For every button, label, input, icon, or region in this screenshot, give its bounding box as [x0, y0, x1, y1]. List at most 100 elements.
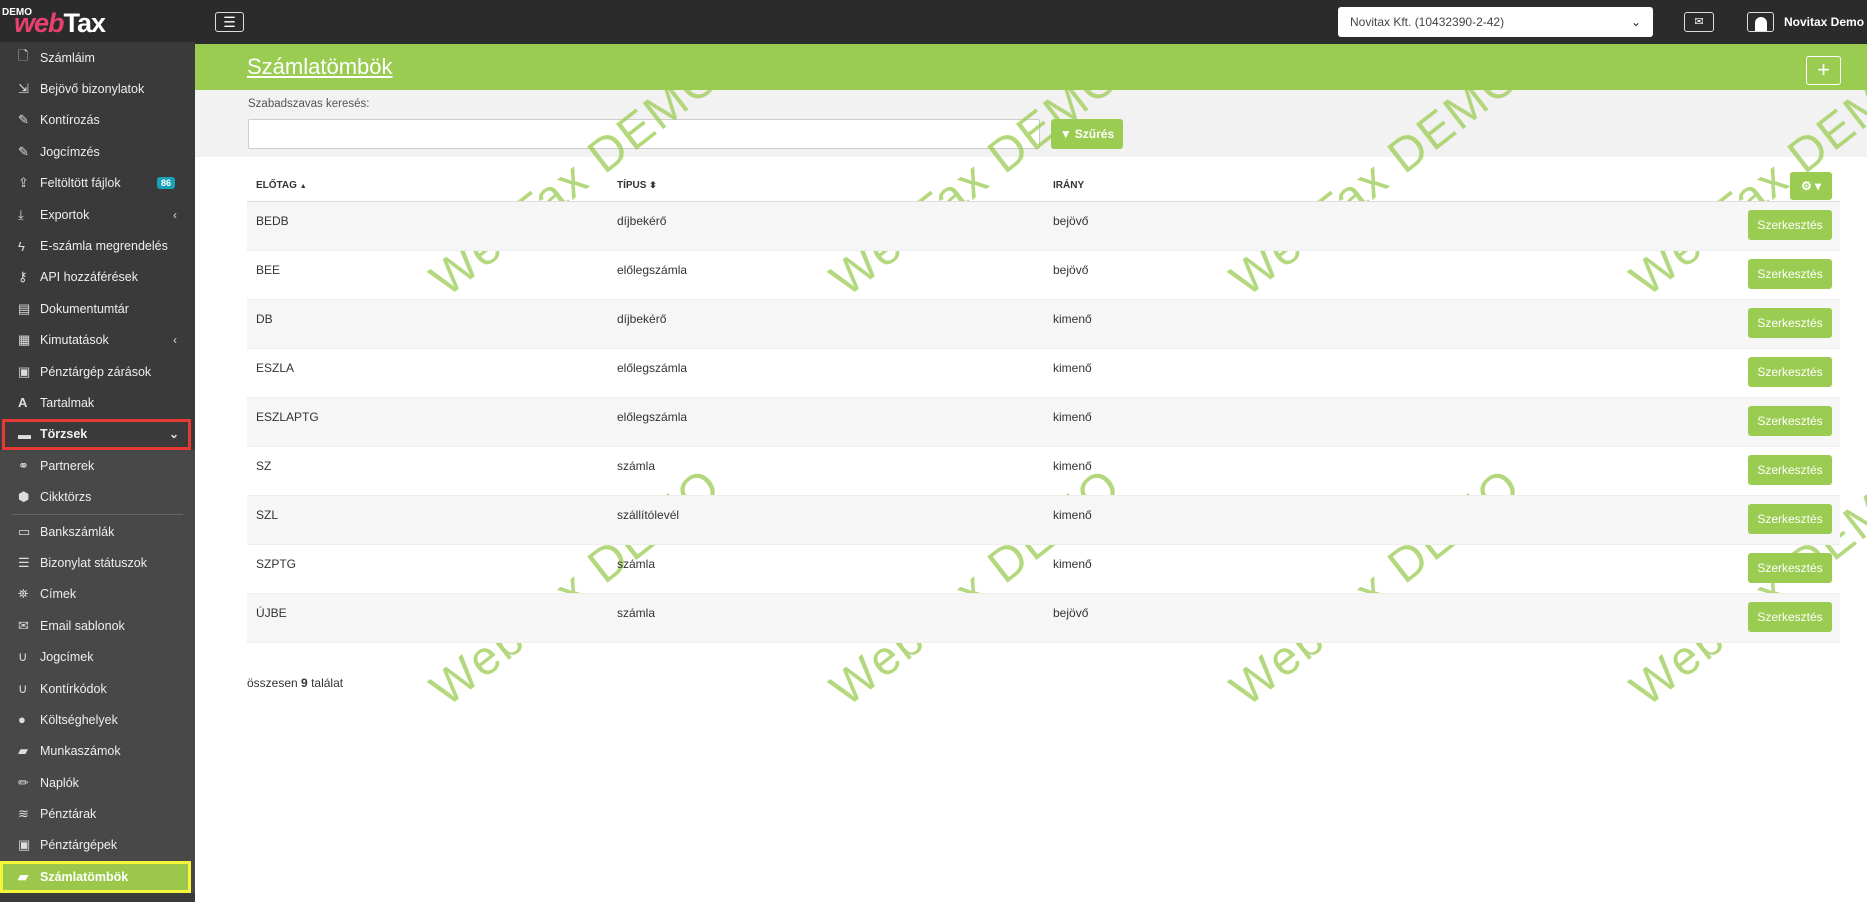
sidebar-item-bizonylat-statuszok[interactable]: ☰ Bizonylat státuszok — [0, 547, 191, 578]
cell-actions: Szerkesztés — [1720, 251, 1840, 289]
sidebar-item-kimutatasok[interactable]: ▦ Kimutatások ‹ — [0, 325, 195, 356]
search-input[interactable] — [248, 119, 1040, 149]
sidebar-item-api-hozzaferesek[interactable]: ⚷ API hozzáférések — [0, 262, 195, 293]
cell-direction: kimenő — [1053, 410, 1092, 424]
edit-button[interactable]: Szerkesztés — [1748, 406, 1832, 436]
sidebar-item-cikktorzs[interactable]: ⬢ Cikktörzs — [0, 481, 191, 512]
download-icon: ⤓ — [18, 206, 24, 222]
sidebar-item-torzsek[interactable]: ▬ Törzsek ⌄ — [2, 418, 191, 451]
edit-button[interactable]: Szerkesztés — [1748, 259, 1832, 289]
edit-icon: ✎ — [18, 143, 29, 159]
map-marker-icon: ● — [18, 712, 26, 728]
filter-button[interactable]: ▼ Szűrés — [1051, 119, 1123, 149]
sidebar-item-kontirkodok[interactable]: ∪ Kontírkódok — [0, 673, 191, 704]
cell-direction: kimenő — [1053, 312, 1092, 326]
sidebar-item-naplok[interactable]: ✏ Naplók — [0, 767, 191, 798]
sidebar-item-cimek[interactable]: ⛯ Címek — [0, 579, 191, 610]
sidebar-item-tartalmak[interactable]: A Tartalmak — [0, 387, 195, 418]
edit-button[interactable]: Szerkesztés — [1748, 504, 1832, 534]
sidebar-item-kontirozas[interactable]: ✎ Kontírozás — [0, 105, 195, 136]
edit-button[interactable]: Szerkesztés — [1748, 210, 1832, 240]
cell-type: számla — [617, 459, 656, 473]
book-icon: ▬ — [18, 426, 31, 442]
cell-prefix: SZ — [256, 459, 272, 473]
page-title[interactable]: Számlatömbök — [247, 54, 393, 80]
sidebar-item-penztargepek[interactable]: ▣ Pénztárgépek — [0, 830, 191, 861]
sort-asc-icon: ▲ — [299, 183, 307, 190]
edit-button[interactable]: Szerkesztés — [1748, 553, 1832, 583]
column-header-type[interactable]: TÍPUS ⬍ — [608, 180, 1044, 191]
cell-prefix: BEDB — [256, 214, 289, 228]
file-icon: 🗋 — [18, 47, 29, 63]
cell-actions: Szerkesztés — [1720, 300, 1840, 338]
user-name: Novitax Demo — [1784, 15, 1865, 29]
sidebar-item-szamlaim[interactable]: 🗋 Számláim — [0, 42, 195, 73]
cell-prefix: SZL — [256, 508, 279, 522]
sidebar-item-jogcimek[interactable]: ∪ Jogcímek — [0, 641, 191, 672]
edit-button[interactable]: Szerkesztés — [1748, 455, 1832, 485]
page-header: Számlatömbök + — [195, 44, 1867, 90]
sidebar: DEMO webTax 🗋 Számláim ⇲ Bejövő bizonylato… — [0, 0, 195, 902]
hamburger-icon: ☰ — [223, 14, 236, 30]
cell-direction: bejövő — [1053, 606, 1089, 620]
table-row: SZ számla kimenő Szerkesztés — [247, 447, 1840, 496]
cell-actions: Szerkesztés — [1720, 545, 1840, 583]
sidebar-item-e-szamla-megrendeles[interactable]: ϟ E-számla megrendelés — [0, 230, 195, 261]
user-menu[interactable]: Novitax Demo — [1747, 12, 1864, 32]
edit-button[interactable]: Szerkesztés — [1748, 308, 1832, 338]
coins-icon: ≋ — [18, 806, 29, 822]
company-select[interactable]: Novitax Kft. (10432390-2-42) ⌄ — [1338, 7, 1653, 37]
sidebar-item-koltseghelyek[interactable]: ● Költséghelyek — [0, 704, 191, 735]
sidebar-item-jogcimzes[interactable]: ✎ Jogcímzés — [0, 136, 195, 167]
uploaded-files-badge: 86 — [156, 177, 175, 190]
filter-icon: ▼ — [1059, 127, 1072, 141]
sidebar-nav: 🗋 Számláim ⇲ Bejövő bizonylatok ✎ Kontírozá… — [0, 42, 195, 451]
envelope-icon: ✉ — [18, 617, 29, 633]
upload-icon: ⇪ — [18, 175, 29, 191]
sidebar-item-exportok[interactable]: ⤓ Exportok ‹ — [0, 199, 195, 230]
chevron-down-icon: ⌄ — [1630, 15, 1641, 29]
sidebar-item-szamlatombok[interactable]: ▰ Számlatömbök — [0, 861, 191, 893]
edit-button[interactable]: Szerkesztés — [1748, 357, 1832, 387]
sidebar-item-feltoltott-fajlok[interactable]: ⇪ Feltöltött fájlok 86 — [0, 168, 195, 199]
result-summary: összesen 9 találat — [247, 676, 344, 690]
table-row: ESZLAPTG előlegszámla kimenő Szerkesztés — [247, 398, 1840, 447]
table-row: SZL szállítólevél kimenő Szerkesztés — [247, 496, 1840, 545]
menu-toggle-button[interactable]: ☰ — [215, 12, 244, 32]
cell-actions: Szerkesztés — [1720, 398, 1840, 436]
cell-type: szállítólevél — [617, 508, 680, 522]
edit-button[interactable]: Szerkesztés — [1748, 602, 1832, 632]
plus-icon: + — [1817, 57, 1830, 82]
sidebar-item-penztarak[interactable]: ≋ Pénztárak — [0, 798, 191, 829]
table-row: BEE előlegszámla bejövő Szerkesztés — [247, 251, 1840, 300]
bolt-icon: ϟ — [18, 238, 25, 254]
sidebar-item-bejovo-bizonylatok[interactable]: ⇲ Bejövő bizonylatok — [0, 73, 195, 104]
cell-direction: kimenő — [1053, 557, 1092, 571]
sidebar-item-partnerek[interactable]: ⚭ Partnerek — [0, 450, 191, 481]
add-button[interactable]: + — [1806, 56, 1841, 85]
sort-icon: ⬍ — [649, 180, 657, 190]
logo[interactable]: DEMO webTax — [0, 0, 195, 42]
sidebar-item-bankszamlak[interactable]: ▭ Bankszámlák — [0, 516, 191, 547]
pen-icon: ✏ — [18, 774, 29, 790]
cell-actions: Szerkesztés — [1720, 496, 1840, 534]
box-icon: ⬢ — [18, 489, 30, 505]
map-icon: ⛯ — [18, 586, 29, 602]
column-header-direction: IRÁNY — [1053, 180, 1085, 191]
table-row: SZPTG számla kimenő Szerkesztés — [247, 545, 1840, 594]
font-icon: A — [18, 395, 28, 411]
cell-actions: Szerkesztés — [1720, 202, 1840, 240]
chevron-down-icon: ⌄ — [168, 427, 179, 442]
sidebar-item-dokumentumtar[interactable]: ▤ Dokumentumtár — [0, 293, 195, 324]
cash-register-icon: ▣ — [18, 363, 31, 379]
sidebar-item-email-sablonok[interactable]: ✉ Email sablonok — [0, 610, 191, 641]
credit-card-icon: ▭ — [18, 523, 31, 539]
filter-area: Szabadszavas keresés: ▼ Szűrés — [195, 90, 1867, 157]
sidebar-subnav-torzsek: ⚭ Partnerek ⬢ Cikktörzs ▭ Bankszámlák ☰ Bizo… — [0, 450, 195, 893]
sidebar-item-munkaszamok[interactable]: ▰ Munkaszámok — [0, 736, 191, 767]
envelope-icon: ✉ — [1694, 16, 1704, 28]
column-header-prefix[interactable]: ELŐTAG ▲ — [247, 180, 608, 191]
column-settings-button[interactable]: ⚙ ▾ — [1790, 171, 1832, 200]
sidebar-item-penztargep-zarasok[interactable]: ▣ Pénztárgép zárások — [0, 356, 195, 387]
messages-button[interactable]: ✉ — [1684, 12, 1714, 32]
